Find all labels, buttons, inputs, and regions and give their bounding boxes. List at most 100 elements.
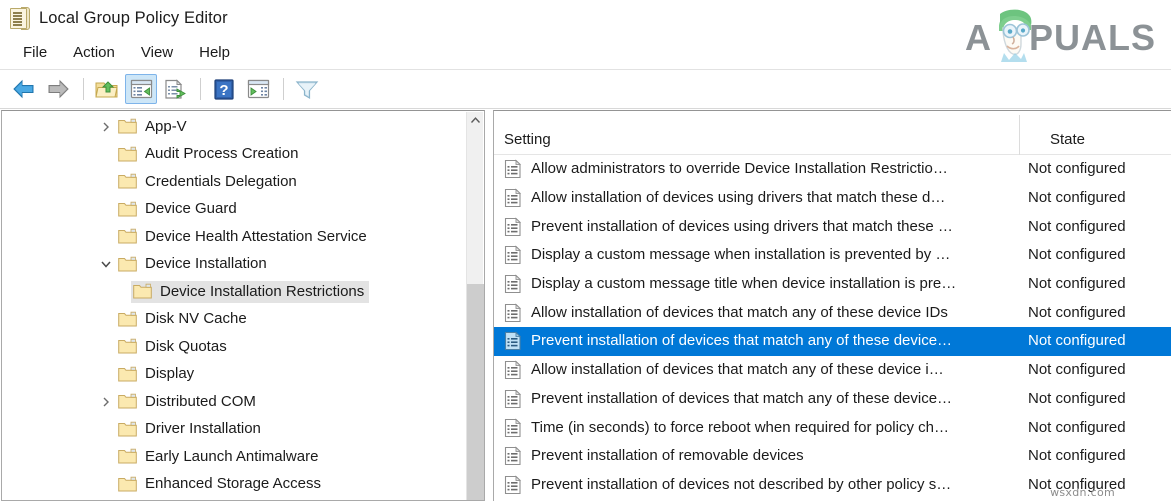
svg-text:?: ? (219, 82, 228, 99)
tree-item-label: App-V (145, 118, 187, 135)
tree-item-label: Device Health Attestation Service (145, 228, 367, 245)
menu-item-action[interactable]: Action (60, 41, 128, 65)
tree-item-display[interactable]: Display (2, 361, 462, 389)
setting-name: Prevent installation of devices that mat… (531, 332, 952, 350)
folder-icon (118, 476, 137, 492)
tree-item-distributed-com[interactable]: Distributed COM (2, 388, 462, 416)
policy-setting-icon (503, 303, 523, 323)
policy-setting-icon (503, 418, 523, 438)
table-row[interactable]: Allow installation of devices that match… (494, 356, 1171, 385)
tree-item-enhanced-storage-access[interactable]: Enhanced Storage Access (2, 471, 462, 499)
tree-item-label: Driver Installation (145, 420, 261, 437)
filter-funnel-icon[interactable] (291, 74, 323, 104)
column-header-state[interactable]: State (1050, 131, 1085, 148)
policy-setting-icon (503, 274, 523, 294)
setting-state: Not configured (1028, 390, 1126, 408)
setting-name: Allow administrators to override Device … (531, 160, 948, 178)
show-hide-console-tree-icon[interactable] (125, 74, 157, 104)
tree-item-label: Disk NV Cache (145, 310, 247, 327)
tree-item-device-guard[interactable]: Device Guard (2, 196, 462, 224)
setting-state: Not configured (1028, 332, 1126, 350)
setting-name: Allow installation of devices using driv… (531, 189, 945, 207)
window-title-bar: Local Group Policy Editor A PUALS (0, 0, 1171, 36)
table-row[interactable]: Prevent installation of devices that mat… (494, 385, 1171, 414)
menu-bar: File Action View Help (0, 36, 1171, 70)
menu-item-view[interactable]: View (128, 41, 186, 65)
table-row[interactable]: Display a custom message when installati… (494, 241, 1171, 270)
help-question-icon[interactable]: ? (208, 74, 240, 104)
tree-item-label: Credentials Delegation (145, 173, 297, 190)
console-tree-pane: App-V Audit Process Creation (1, 110, 485, 501)
table-row[interactable]: Allow installation of devices using driv… (494, 184, 1171, 213)
table-row[interactable]: Prevent installation of devices not desc… (494, 471, 1171, 500)
export-list-icon[interactable] (159, 74, 191, 104)
chevron-right-icon[interactable] (98, 119, 114, 135)
setting-name: Prevent installation of devices not desc… (531, 476, 951, 494)
setting-state: Not configured (1028, 275, 1126, 293)
setting-name: Prevent installation of devices that mat… (531, 390, 952, 408)
table-row[interactable]: Allow administrators to override Device … (494, 155, 1171, 184)
main-content: App-V Audit Process Creation (0, 110, 1171, 501)
show-action-pane-icon[interactable] (242, 74, 274, 104)
toolbar: ? (0, 70, 1171, 109)
policy-setting-icon (503, 475, 523, 495)
chevron-right-icon[interactable] (98, 394, 114, 410)
setting-name: Prevent installation of devices using dr… (531, 218, 953, 236)
policy-settings-pane: Setting State (493, 110, 1171, 501)
tree-item-label: Enhanced Storage Access (145, 475, 321, 492)
table-row[interactable]: Display a custom message title when devi… (494, 270, 1171, 299)
menu-item-help[interactable]: Help (186, 41, 243, 65)
table-row[interactable]: Prevent installation of removable device… (494, 442, 1171, 471)
tree-item-device-installation-restrictions[interactable]: Device Installation Restrictions (2, 278, 462, 306)
tree-item-early-launch-antimalware[interactable]: Early Launch Antimalware (2, 443, 462, 471)
setting-state: Not configured (1028, 189, 1126, 207)
up-one-level-folder-icon[interactable] (91, 74, 123, 104)
setting-state: Not configured (1028, 246, 1126, 264)
column-header-setting[interactable]: Setting (504, 131, 551, 148)
tree-item-label: Device Installation Restrictions (160, 283, 364, 300)
twisty-placeholder (98, 421, 114, 437)
tree-item-audit-process-creation[interactable]: Audit Process Creation (2, 141, 462, 169)
forward-arrow-icon[interactable] (42, 74, 74, 104)
policy-setting-icon (503, 217, 523, 237)
twisty-placeholder (98, 174, 114, 190)
table-row[interactable]: Time (in seconds) to force reboot when r… (494, 413, 1171, 442)
folder-icon (118, 146, 137, 162)
table-row-selected[interactable]: Prevent installation of devices that mat… (494, 327, 1171, 356)
tree-item-label: Device Guard (145, 200, 237, 217)
policy-document-icon (8, 6, 30, 30)
back-arrow-icon[interactable] (8, 74, 40, 104)
chevron-down-icon[interactable] (98, 256, 114, 272)
tree-item-disk-quotas[interactable]: Disk Quotas (2, 333, 462, 361)
menu-item-file[interactable]: File (10, 41, 60, 65)
tree-item-disk-nv-cache[interactable]: Disk NV Cache (2, 306, 462, 334)
folder-icon (118, 311, 137, 327)
setting-state: Not configured (1028, 419, 1126, 437)
setting-name: Display a custom message when installati… (531, 246, 950, 264)
column-divider[interactable] (1019, 115, 1020, 155)
tree-item-device-installation[interactable]: Device Installation (2, 251, 462, 279)
scrollbar-thumb[interactable] (467, 284, 484, 500)
chevron-up-icon[interactable] (467, 112, 484, 129)
folder-icon (118, 173, 137, 189)
twisty-placeholder (98, 339, 114, 355)
tree-item-driver-installation[interactable]: Driver Installation (2, 416, 462, 444)
tree-vertical-scrollbar[interactable] (466, 112, 483, 501)
policy-setting-icon (503, 159, 523, 179)
folder-icon (118, 338, 137, 354)
twisty-placeholder (98, 366, 114, 382)
tree-item-label: Early Launch Antimalware (145, 448, 318, 465)
tree-item-app-v[interactable]: App-V (2, 113, 462, 141)
list-column-headers: Setting State (494, 111, 1171, 155)
folder-icon (118, 228, 137, 244)
tree-item-credentials-delegation[interactable]: Credentials Delegation (2, 168, 462, 196)
setting-name: Display a custom message title when devi… (531, 275, 956, 293)
table-row[interactable]: Allow installation of devices that match… (494, 298, 1171, 327)
tree-item-device-health-attestation-service[interactable]: Device Health Attestation Service (2, 223, 462, 251)
setting-state: Not configured (1028, 304, 1126, 322)
policy-setting-icon (503, 331, 523, 351)
setting-state: Not configured (1028, 447, 1126, 465)
table-row[interactable]: Prevent installation of devices using dr… (494, 212, 1171, 241)
policy-setting-icon (503, 245, 523, 265)
twisty-placeholder (98, 449, 114, 465)
